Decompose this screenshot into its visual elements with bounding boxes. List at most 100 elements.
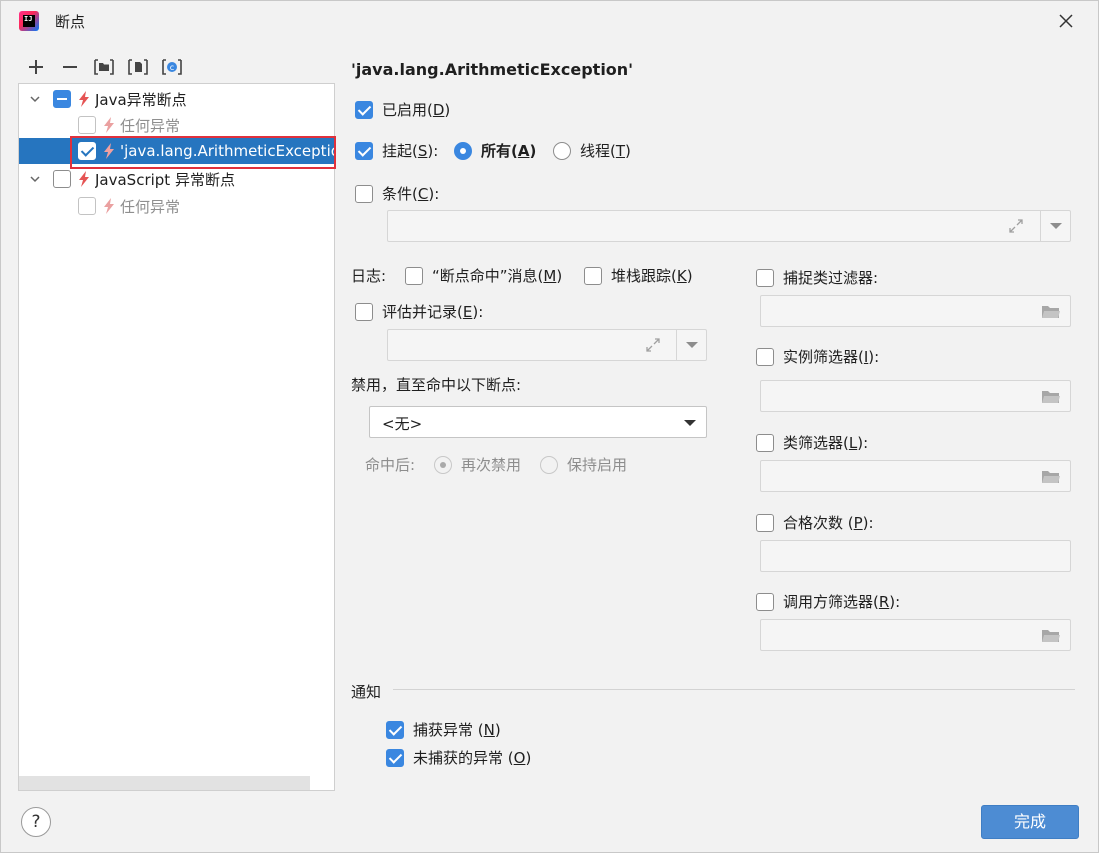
notify-caught-checkbox[interactable]: 捕获异常 (N) bbox=[386, 719, 501, 740]
exception-breakpoint-icon bbox=[79, 91, 89, 107]
after-hit-label: 命中后: bbox=[365, 456, 416, 474]
after-hit-keep-enabled-radio[interactable]: 保持启用 bbox=[540, 454, 627, 475]
instance-filter-input[interactable] bbox=[760, 380, 1071, 412]
exception-breakpoint-icon bbox=[79, 171, 89, 187]
arithmetic-exception-checkbox[interactable] bbox=[78, 142, 96, 160]
after-hit-disable-again-radio[interactable]: 再次禁用 bbox=[434, 454, 521, 475]
group-by-package-button[interactable] bbox=[93, 56, 115, 78]
tree-node-label: JavaScript 异常断点 bbox=[95, 170, 235, 189]
js-any-exception-checkbox[interactable] bbox=[78, 197, 96, 215]
condition-history-dropdown[interactable] bbox=[1040, 211, 1070, 241]
folder-icon[interactable] bbox=[1041, 305, 1061, 319]
chevron-down-icon[interactable] bbox=[27, 91, 43, 107]
breakpoint-heading: 'java.lang.ArithmeticException' bbox=[351, 60, 634, 79]
disable-until-value: <无> bbox=[382, 415, 423, 433]
catch-class-filter-check[interactable] bbox=[756, 268, 774, 287]
instance-filter-check[interactable] bbox=[756, 347, 774, 366]
class-filter-check[interactable] bbox=[756, 433, 774, 452]
notifications-section-label: 通知 bbox=[351, 683, 382, 701]
horizontal-scrollbar[interactable] bbox=[19, 776, 310, 790]
suspend-all-radio[interactable]: 所有(A) bbox=[454, 140, 536, 161]
done-button[interactable]: 完成 bbox=[981, 805, 1079, 839]
folder-icon[interactable] bbox=[1041, 390, 1061, 404]
enabled-checkbox[interactable]: 已启用(D) bbox=[355, 99, 450, 120]
caller-filter-input[interactable] bbox=[760, 619, 1071, 651]
caller-filter-checkbox[interactable]: 调用方筛选器(R): bbox=[756, 591, 900, 612]
expand-icon[interactable] bbox=[645, 337, 661, 353]
catch-class-filter-checkbox[interactable]: 捕捉类过滤器: bbox=[756, 267, 878, 288]
log-hit-message-check[interactable] bbox=[405, 266, 423, 285]
class-filter-checkbox[interactable]: 类筛选器(L): bbox=[756, 432, 868, 453]
suspend-check[interactable] bbox=[355, 141, 373, 160]
add-breakpoint-button[interactable] bbox=[25, 56, 47, 78]
group-by-file-button[interactable] bbox=[127, 56, 149, 78]
notify-uncaught-checkbox[interactable]: 未捕获的异常 (O) bbox=[386, 747, 531, 768]
close-button[interactable] bbox=[1054, 9, 1078, 33]
suspend-checkbox[interactable]: 挂起(S): bbox=[355, 140, 438, 161]
tree-node-javascript-exception-breakpoints[interactable]: JavaScript 异常断点 bbox=[19, 166, 334, 192]
pass-count-checkbox[interactable]: 合格次数 (P): bbox=[756, 512, 874, 533]
evaluate-and-log-checkbox[interactable]: 评估并记录(E): bbox=[355, 301, 483, 322]
folder-icon[interactable] bbox=[1041, 470, 1061, 484]
chevron-down-icon bbox=[684, 420, 696, 426]
condition-check[interactable] bbox=[355, 184, 373, 203]
exception-breakpoint-icon bbox=[104, 143, 114, 159]
condition-input[interactable] bbox=[387, 210, 1071, 242]
pass-count-input[interactable] bbox=[760, 540, 1071, 572]
catch-class-filter-input[interactable] bbox=[760, 295, 1071, 327]
disable-until-select[interactable]: <无> bbox=[369, 406, 707, 438]
tree-node-js-any-exception[interactable]: 任何异常 bbox=[19, 193, 334, 219]
tree-node-label: 任何异常 bbox=[120, 116, 181, 135]
chevron-down-icon bbox=[1049, 223, 1062, 229]
log-label: 日志: bbox=[351, 267, 387, 285]
breakpoints-tree[interactable]: Java异常断点 任何异常 'java.lang.ArithmeticExcep… bbox=[18, 83, 336, 791]
window-title: 断点 bbox=[55, 13, 86, 31]
instance-filter-checkbox[interactable]: 实例筛选器(I): bbox=[756, 346, 879, 367]
chevron-down-icon[interactable] bbox=[27, 171, 43, 187]
exception-breakpoint-icon bbox=[104, 117, 114, 133]
suspend-thread-radio[interactable]: 线程(T) bbox=[553, 140, 631, 161]
disable-until-label: 禁用，直至命中以下断点: bbox=[351, 376, 522, 394]
intellij-app-icon: IJ bbox=[19, 11, 39, 31]
radio-dot[interactable] bbox=[553, 141, 571, 160]
condition-checkbox[interactable]: 条件(C): bbox=[355, 183, 439, 204]
log-stack-trace-check[interactable] bbox=[584, 266, 602, 285]
plus-icon bbox=[29, 60, 43, 74]
breakpoints-toolbar: c bbox=[25, 55, 183, 79]
expand-icon[interactable] bbox=[1008, 218, 1024, 234]
java-any-exception-checkbox[interactable] bbox=[78, 116, 96, 134]
minus-icon bbox=[63, 66, 77, 68]
log-stack-trace-checkbox[interactable]: 堆栈跟踪(K) bbox=[584, 265, 693, 286]
help-button[interactable]: ? bbox=[21, 807, 51, 837]
tree-node-java-exception-breakpoints[interactable]: Java异常断点 bbox=[19, 86, 334, 112]
radio-dot[interactable] bbox=[454, 141, 472, 160]
evaluate-input[interactable] bbox=[387, 329, 707, 361]
evaluate-history-dropdown[interactable] bbox=[676, 330, 706, 360]
notify-uncaught-check[interactable] bbox=[386, 748, 404, 767]
radio-dot[interactable] bbox=[434, 455, 452, 474]
remove-breakpoint-button[interactable] bbox=[59, 56, 81, 78]
tree-node-label: 'java.lang.ArithmeticExceptio bbox=[120, 142, 334, 160]
radio-dot[interactable] bbox=[540, 455, 558, 474]
javascript-exception-breakpoints-checkbox[interactable] bbox=[53, 170, 71, 188]
evaluate-and-log-check[interactable] bbox=[355, 302, 373, 321]
pass-count-check[interactable] bbox=[756, 513, 774, 532]
section-divider bbox=[393, 689, 1075, 690]
java-exception-breakpoints-checkbox[interactable] bbox=[53, 90, 71, 108]
breakpoints-dialog: IJ 断点 c Java异常断点 任何异常 'java.lang.Arithme… bbox=[0, 0, 1099, 853]
group-by-class-button[interactable]: c bbox=[161, 56, 183, 78]
group-folder-icon bbox=[94, 59, 114, 75]
caller-filter-check[interactable] bbox=[756, 592, 774, 611]
enabled-check[interactable] bbox=[355, 100, 373, 119]
tree-node-java-any-exception[interactable]: 任何异常 bbox=[19, 112, 334, 138]
notify-caught-check[interactable] bbox=[386, 720, 404, 739]
folder-icon[interactable] bbox=[1041, 629, 1061, 643]
group-file-icon bbox=[128, 59, 148, 75]
tree-node-label: Java异常断点 bbox=[95, 90, 187, 109]
exception-breakpoint-icon bbox=[104, 198, 114, 214]
log-hit-message-checkbox[interactable]: “断点命中”消息(M) bbox=[405, 265, 562, 286]
svg-text:c: c bbox=[170, 63, 174, 72]
class-filter-input[interactable] bbox=[760, 460, 1071, 492]
tree-node-arithmetic-exception[interactable]: 'java.lang.ArithmeticExceptio bbox=[19, 138, 334, 164]
title-bar: IJ 断点 bbox=[1, 1, 1098, 43]
